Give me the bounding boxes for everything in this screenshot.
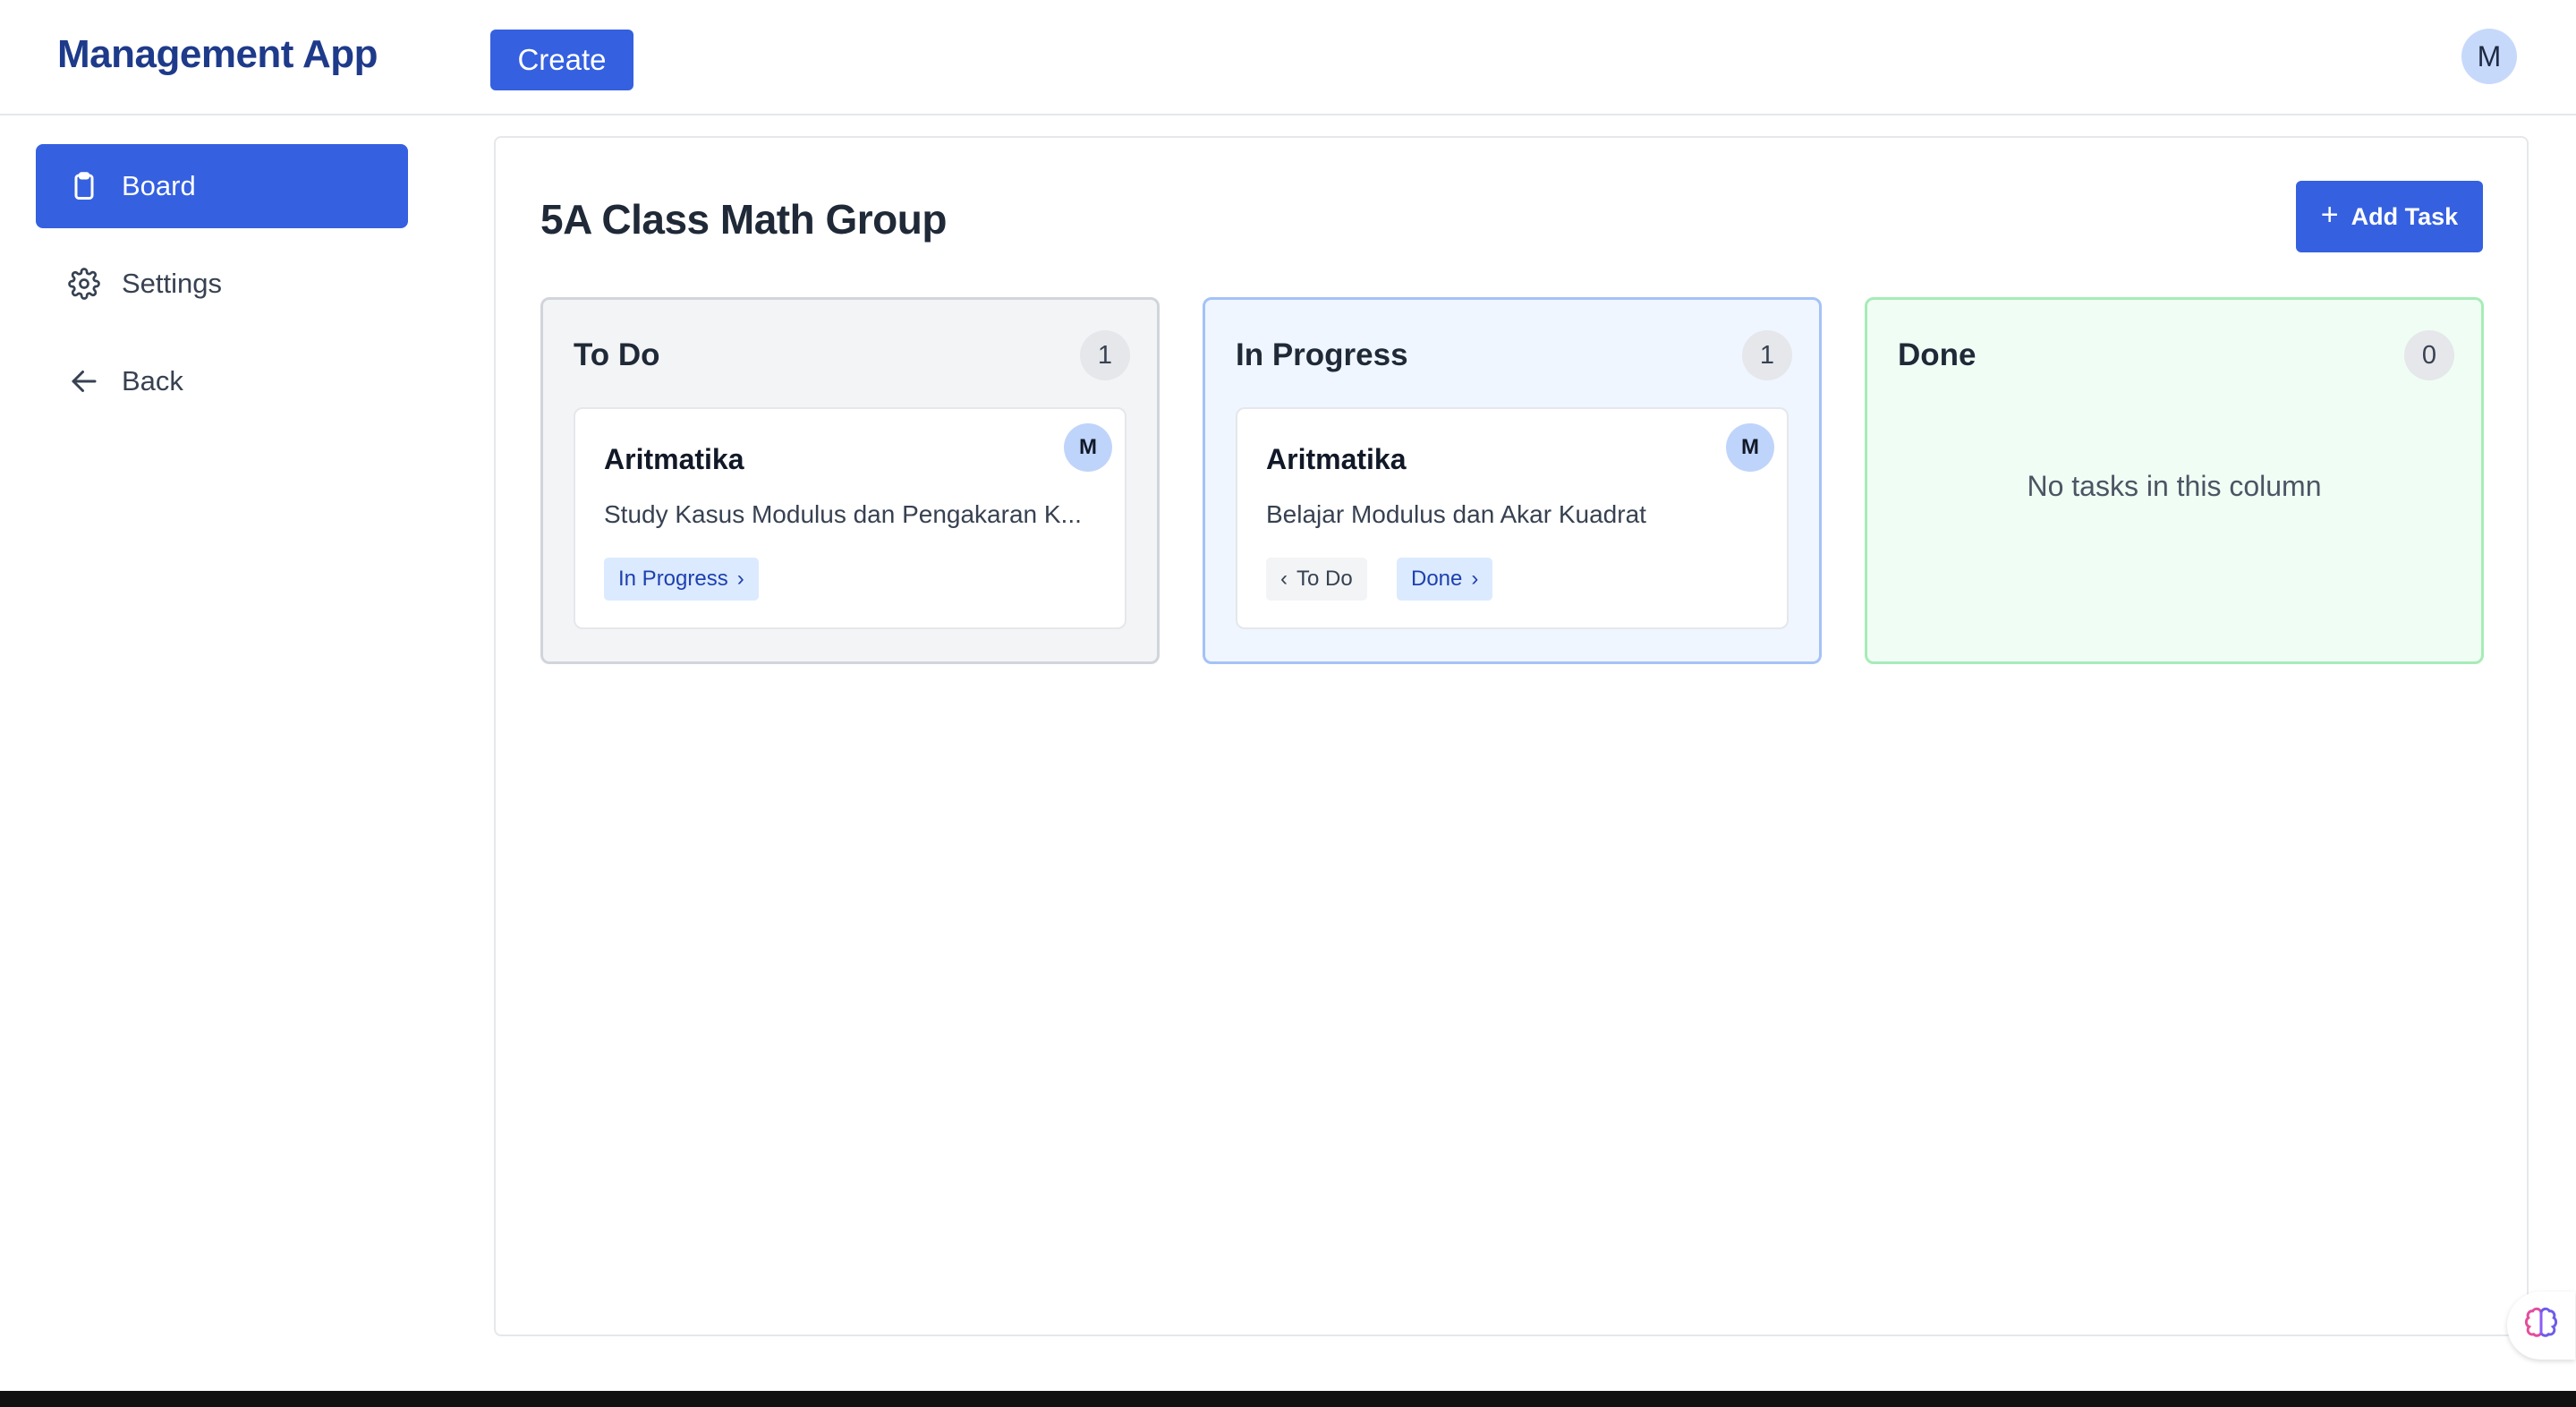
task-description: Belajar Modulus dan Akar Kuadrat (1266, 500, 1646, 528)
move-to-todo-button[interactable]: ‹ To Do (1266, 558, 1367, 601)
assignee-avatar: M (1064, 423, 1112, 472)
chevron-left-icon: ‹ (1280, 567, 1288, 591)
arrow-left-icon (66, 363, 102, 399)
column-count-badge: 1 (1080, 330, 1130, 380)
assistant-button[interactable] (2507, 1292, 2575, 1360)
sidebar-item-label: Settings (122, 268, 223, 299)
task-card[interactable]: Aritmatika M Belajar Modulus dan Akar Ku… (1236, 407, 1789, 629)
clipboard-icon (66, 168, 102, 204)
app-title: Management App (57, 32, 378, 76)
task-title: Aritmatika (604, 443, 744, 475)
column-count-badge: 1 (1742, 330, 1792, 380)
empty-column-message: No tasks in this column (2027, 470, 2322, 502)
sidebar-item-label: Board (122, 170, 196, 201)
chip-label: To Do (1297, 567, 1353, 591)
chip-label: Done (1411, 567, 1463, 591)
column-done: Done 0 No tasks in this column (1865, 297, 2484, 664)
column-count-badge: 0 (2404, 330, 2454, 380)
sidebar-item-board[interactable]: Board (36, 144, 408, 228)
chevron-right-icon: › (1471, 567, 1479, 591)
sidebar-item-label: Back (122, 365, 183, 397)
column-title: Done (1898, 337, 1977, 372)
chevron-right-icon: › (736, 567, 744, 591)
gear-icon (66, 266, 102, 302)
task-title: Aritmatika (1266, 443, 1407, 475)
plus-icon: + (2320, 197, 2339, 232)
move-to-in-progress-button[interactable]: In Progress › (604, 558, 759, 601)
task-card[interactable]: Aritmatika M Study Kasus Modulus dan Pen… (574, 407, 1126, 629)
task-description: Study Kasus Modulus dan Pengakaran K... (604, 500, 1082, 528)
sidebar-item-settings[interactable]: Settings (36, 242, 408, 326)
add-task-label: Add Task (2351, 202, 2459, 230)
sidebar-item-back[interactable]: Back (36, 339, 408, 423)
column-title: To Do (574, 337, 660, 372)
create-button[interactable]: Create (490, 30, 633, 90)
sidebar: Board Settings Back (0, 115, 447, 1407)
add-task-button[interactable]: + Add Task (2296, 181, 2483, 252)
column-title: In Progress (1236, 337, 1408, 372)
brain-icon (2523, 1306, 2559, 1346)
window-bottom-edge (0, 1391, 2576, 1407)
assignee-avatar: M (1726, 423, 1774, 472)
column-in-progress: In Progress 1 Aritmatika M Belajar Modul… (1203, 297, 1822, 664)
chip-label: In Progress (618, 567, 728, 591)
column-todo: To Do 1 Aritmatika M Study Kasus Modulus… (540, 297, 1160, 664)
user-avatar[interactable]: M (2461, 29, 2517, 84)
top-bar: Management App Create M (0, 0, 2576, 115)
page-title: 5A Class Math Group (540, 196, 947, 243)
board-panel: 5A Class Math Group + Add Task To Do 1 A… (494, 136, 2529, 1336)
move-to-done-button[interactable]: Done › (1397, 558, 1493, 601)
